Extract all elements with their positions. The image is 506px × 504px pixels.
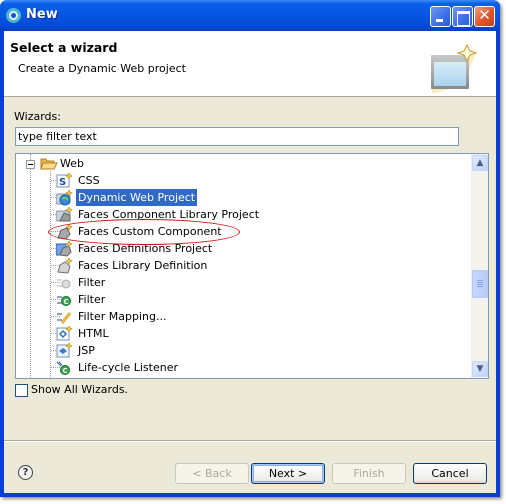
filter-input[interactable] [15, 127, 459, 146]
wizard-header: Select a wizard Create a Dynamic Web pro… [4, 31, 496, 97]
scroll-down-button[interactable]: ▼ [472, 361, 488, 377]
tree-item-label: Filter [78, 293, 106, 306]
wizard-banner-icon [431, 43, 478, 94]
tree-item[interactable]: Filter [51, 274, 316, 291]
faces-library-icon [56, 257, 73, 274]
next-button[interactable]: Next > [251, 463, 325, 484]
tree-item[interactable]: HTML [51, 325, 316, 342]
show-all-wizards-label[interactable]: Show All Wizards. [31, 383, 128, 396]
tree-scrollbar[interactable]: ▲ ▼ [471, 154, 488, 378]
tree-item[interactable]: Faces Definitions Project [51, 240, 316, 257]
close-button[interactable]: ✕ [474, 6, 495, 27]
dialog-body: Select a wizard Create a Dynamic Web pro… [4, 31, 496, 493]
tree-item-label: CSS [78, 174, 100, 187]
folder-open-icon [40, 158, 58, 170]
collapse-icon[interactable] [26, 160, 35, 169]
page-title: Select a wizard [10, 40, 118, 55]
tree-item[interactable]: S CSS [51, 172, 316, 189]
button-bar-separator [4, 440, 496, 442]
jsp-file-icon [56, 342, 73, 358]
tree-guide-line [30, 154, 31, 378]
tree-guide-line [50, 171, 51, 378]
finish-button[interactable]: Finish [332, 463, 406, 484]
tree-item-label: Faces Library Definition [78, 259, 208, 272]
svg-text:S: S [59, 177, 66, 188]
listener-icon: C [56, 360, 72, 375]
title-bar[interactable]: New ✕ [0, 0, 500, 31]
tree-item-label: HTML [78, 327, 109, 340]
tree-item[interactable]: C Filter [51, 291, 316, 308]
tree-item-label: Filter [78, 276, 106, 289]
wizards-label: Wizards: [14, 110, 61, 123]
tree-item-label: JSP [78, 344, 95, 357]
tree-item[interactable]: C Life-cycle Listener [51, 359, 316, 376]
tree-item-label: Faces Component Library Project [78, 208, 260, 221]
tree-item-label: Faces Definitions Project [78, 242, 213, 255]
tree-item-label: Dynamic Web Project [76, 189, 198, 206]
page-description: Create a Dynamic Web project [18, 62, 186, 75]
tree-item[interactable]: Faces Library Definition [51, 257, 316, 274]
new-wizard-dialog: New ✕ Select a wizard Create a Dynamic W… [0, 0, 500, 497]
help-icon[interactable]: ? [18, 465, 33, 480]
cancel-button[interactable]: Cancel [413, 463, 487, 484]
tree-item[interactable]: Faces Custom Component [51, 223, 316, 240]
minimize-button[interactable] [430, 6, 451, 27]
show-all-wizards-checkbox[interactable] [15, 384, 28, 397]
scroll-up-button[interactable]: ▲ [472, 155, 488, 171]
html-file-icon [56, 325, 73, 341]
tree-item[interactable]: Faces Component Library Project [51, 206, 316, 223]
faces-library-project-icon [55, 206, 73, 222]
tree-item[interactable]: Dynamic Web Project [51, 189, 316, 206]
tree-item-label: Faces Custom Component [78, 225, 222, 238]
tree-category-label: Web [60, 157, 84, 170]
svg-text:C: C [64, 298, 69, 306]
window-title: New [26, 7, 58, 22]
tree-category-web[interactable]: Web [16, 155, 216, 172]
tree-item[interactable]: Filter Mapping... [51, 308, 316, 325]
svg-text:C: C [63, 367, 68, 375]
filter-mapping-icon [56, 309, 72, 324]
tree-item-label: Filter Mapping... [78, 310, 167, 323]
maximize-button[interactable] [452, 6, 473, 27]
faces-definitions-icon [55, 240, 73, 257]
web-project-icon [55, 189, 73, 206]
back-button[interactable]: < Back [175, 463, 249, 484]
tree-item[interactable]: JSP [51, 342, 316, 359]
faces-component-icon [56, 223, 73, 240]
scroll-thumb[interactable] [472, 270, 488, 298]
eclipse-icon [6, 8, 21, 23]
close-icon: ✕ [478, 6, 491, 24]
filter-disabled-icon [56, 275, 72, 290]
wizard-tree[interactable]: Web S CSS Dynamic Web Project Faces Compone… [15, 153, 489, 379]
filter-icon: C [56, 292, 72, 307]
css-wizard-icon: S [56, 172, 73, 188]
tree-item-label: Life-cycle Listener [78, 361, 178, 374]
